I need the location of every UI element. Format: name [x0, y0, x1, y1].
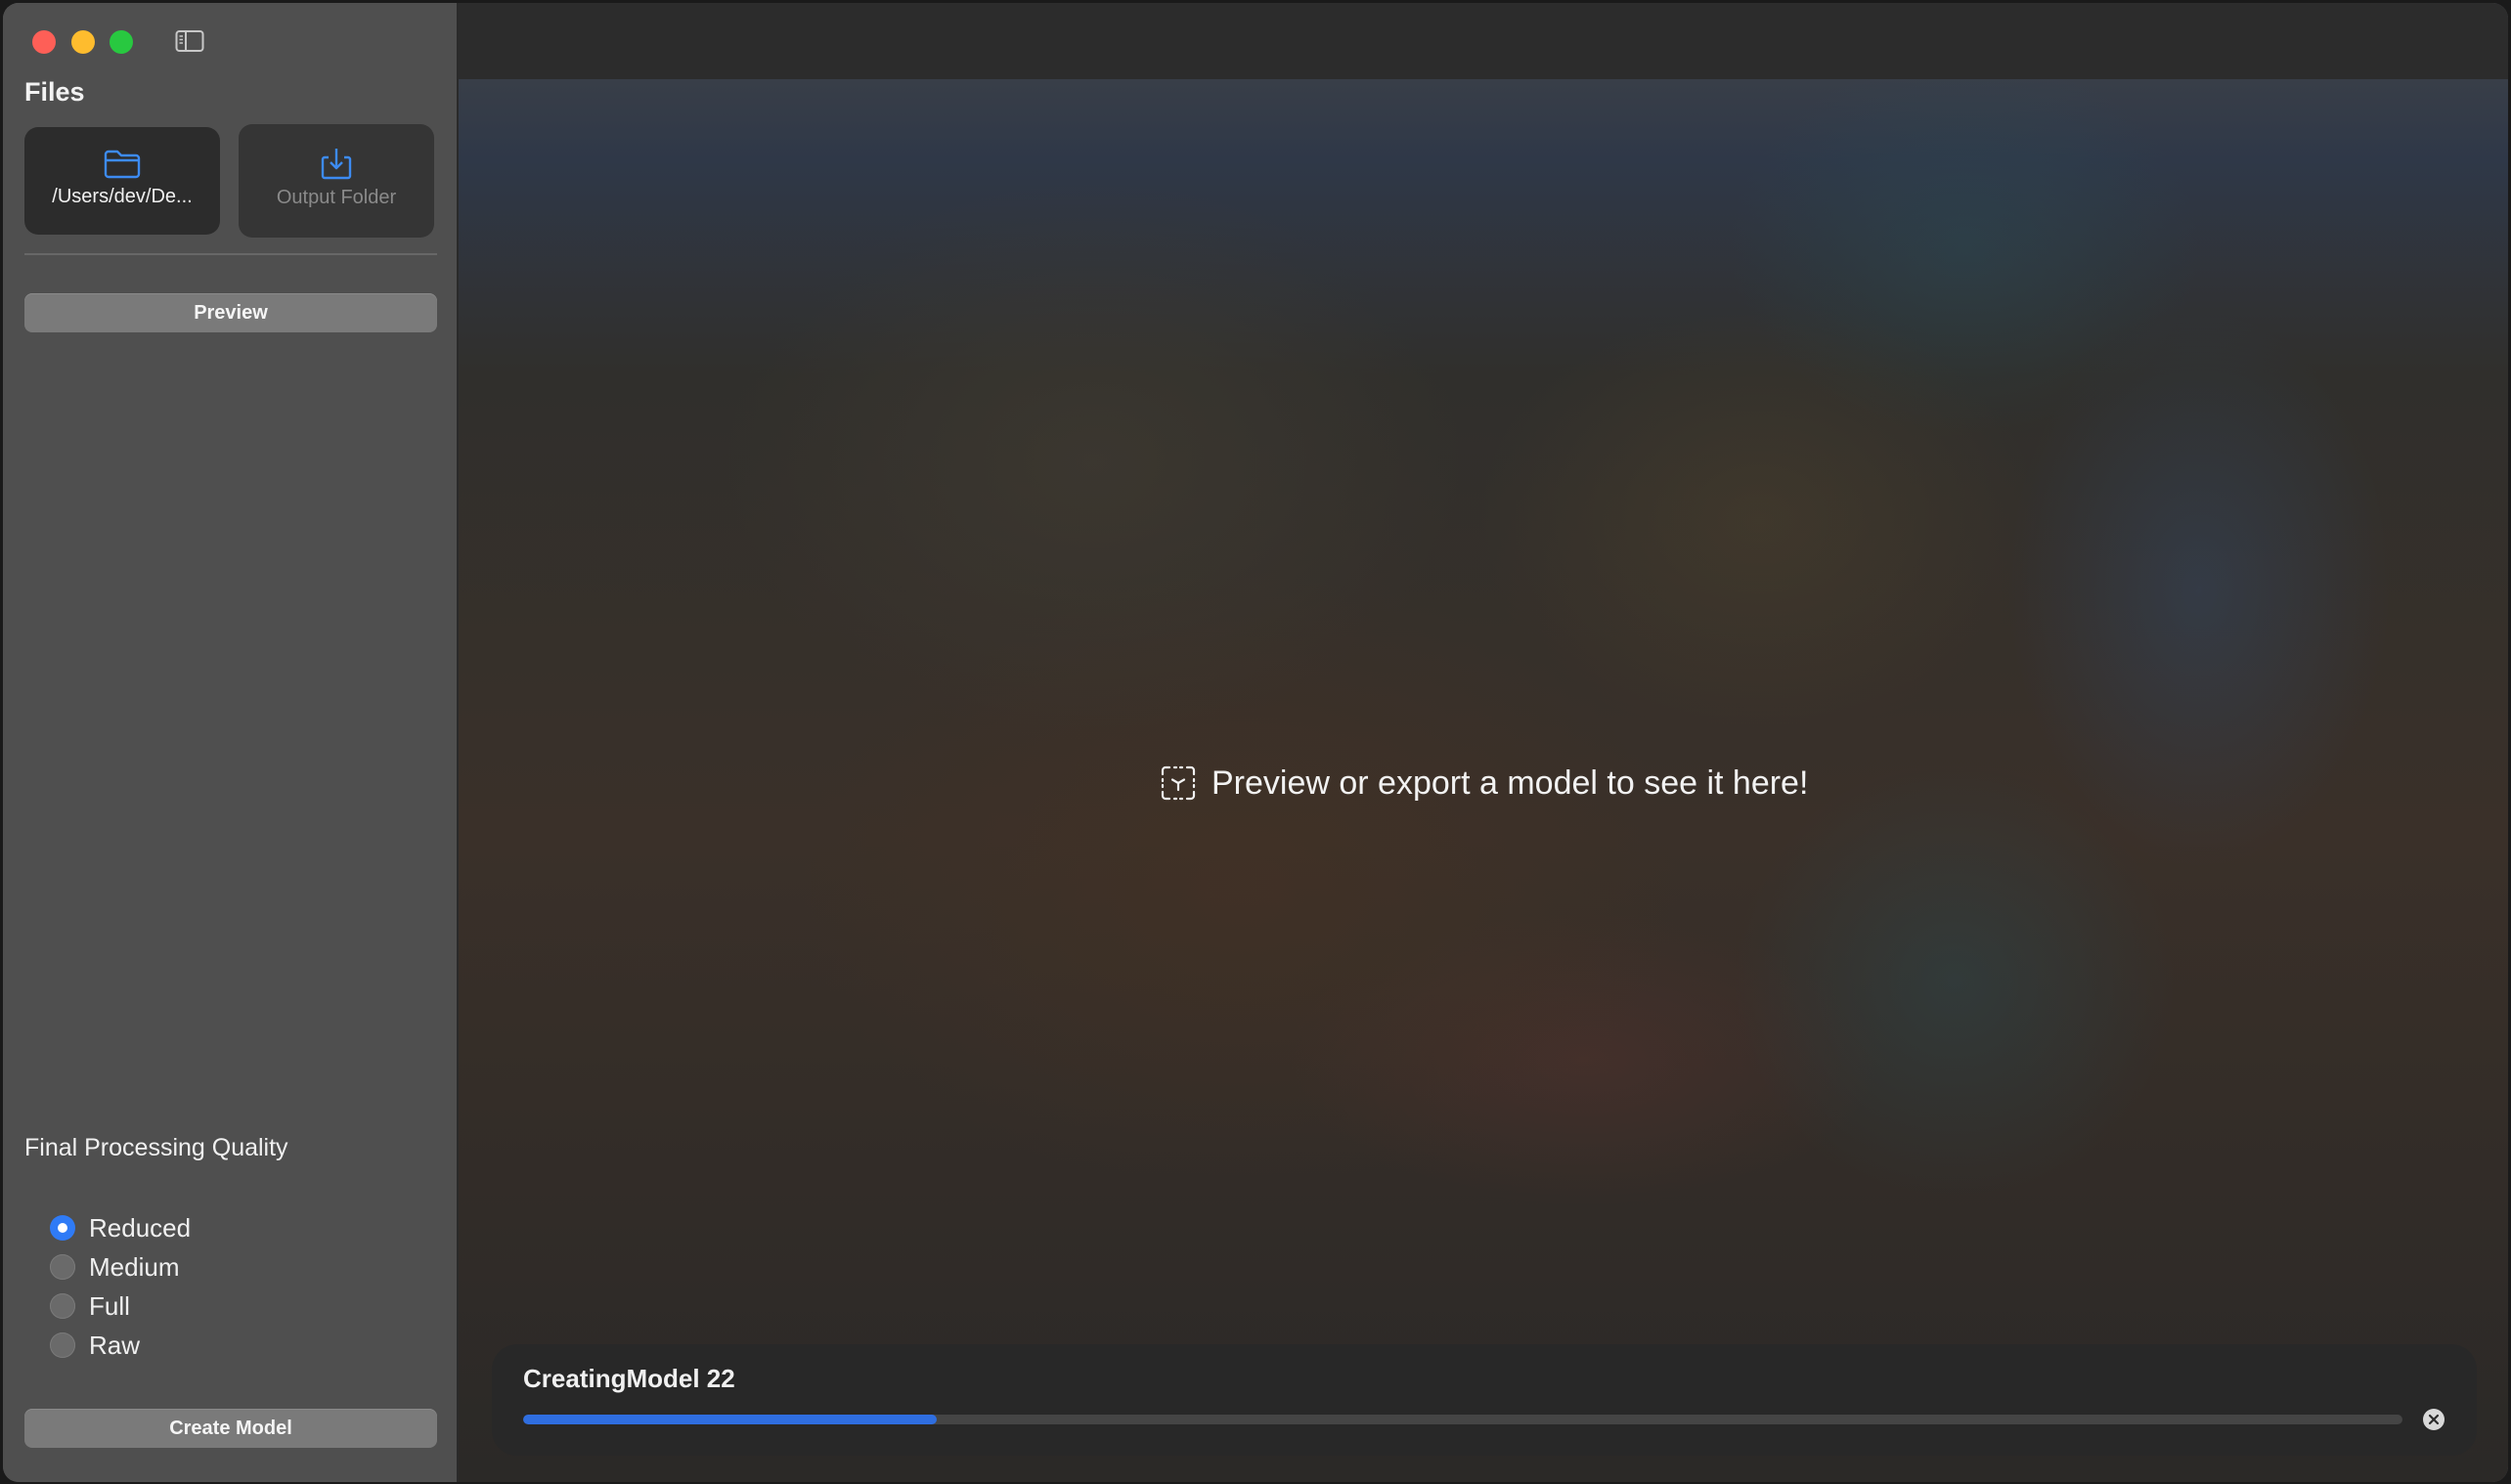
files-heading: Files: [24, 77, 85, 107]
sidebar-toggle-icon[interactable]: [175, 29, 204, 53]
output-folder-button[interactable]: Output Folder: [239, 124, 434, 238]
window-toolbar: [459, 3, 2508, 79]
sidebar-divider: [24, 253, 437, 255]
maximize-window-button[interactable]: [110, 30, 133, 54]
quality-option-label: Medium: [89, 1251, 180, 1282]
close-window-button[interactable]: [32, 30, 56, 54]
quality-option-medium[interactable]: Medium: [50, 1252, 179, 1282]
progress-title: CreatingModel 22: [523, 1364, 735, 1393]
output-folder-label: Output Folder: [276, 187, 397, 208]
progress-bar: [523, 1415, 2402, 1424]
ar-model-icon: [1161, 765, 1196, 801]
folder-icon: [104, 150, 141, 179]
radio-selected[interactable]: [50, 1215, 75, 1241]
cancel-icon[interactable]: [2422, 1408, 2445, 1431]
progress-panel: CreatingModel 22: [492, 1344, 2477, 1456]
input-folder-button[interactable]: /Users/dev/De...: [24, 127, 220, 235]
quality-option-reduced[interactable]: Reduced: [50, 1213, 191, 1243]
progress-bar-fill: [523, 1415, 937, 1424]
create-model-button[interactable]: Create Model: [24, 1409, 437, 1448]
quality-option-raw[interactable]: Raw: [50, 1331, 140, 1360]
empty-state: Preview or export a model to see it here…: [1159, 764, 1808, 803]
radio-unselected[interactable]: [50, 1332, 75, 1358]
radio-unselected[interactable]: [50, 1254, 75, 1280]
quality-heading: Final Processing Quality: [24, 1134, 288, 1161]
sidebar: Files /Users/dev/De... Output Folder Pre…: [3, 3, 459, 1482]
quality-option-full[interactable]: Full: [50, 1291, 130, 1321]
radio-unselected[interactable]: [50, 1293, 75, 1319]
quality-option-label: Reduced: [89, 1212, 192, 1243]
quality-option-label: Full: [89, 1290, 130, 1321]
minimize-window-button[interactable]: [71, 30, 95, 54]
preview-button[interactable]: Preview: [24, 293, 437, 332]
quality-option-label: Raw: [89, 1330, 141, 1360]
app-window: Files /Users/dev/De... Output Folder Pre…: [3, 3, 2508, 1482]
preview-area: Preview or export a model to see it here…: [459, 3, 2508, 1482]
empty-state-message: Preview or export a model to see it here…: [1211, 764, 1809, 802]
input-folder-label: /Users/dev/De...: [52, 186, 193, 207]
download-tray-icon: [321, 149, 352, 180]
